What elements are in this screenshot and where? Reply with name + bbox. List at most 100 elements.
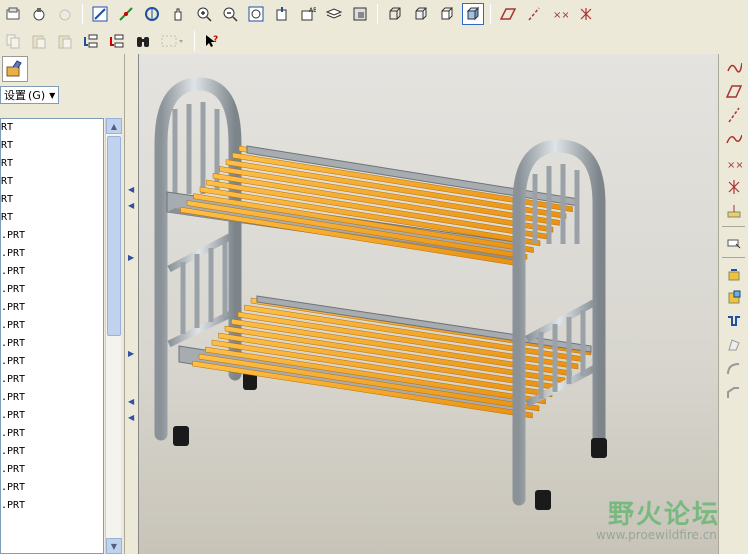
shading-icon[interactable] bbox=[462, 2, 484, 25]
analysis-tool-icon[interactable] bbox=[723, 200, 745, 222]
layers-icon[interactable] bbox=[323, 3, 345, 25]
tree-item[interactable]: .PRT bbox=[1, 353, 103, 371]
collapse-left-icon[interactable]: ◀ bbox=[128, 186, 136, 194]
paste-special-icon[interactable] bbox=[54, 30, 76, 52]
tree-item[interactable]: .PRT bbox=[1, 245, 103, 263]
sweep-icon[interactable] bbox=[723, 310, 745, 332]
tree-item[interactable]: .PRT bbox=[1, 479, 103, 497]
edit-toolbar: ? bbox=[0, 27, 748, 54]
expand-right-icon[interactable]: ▶ bbox=[128, 254, 136, 262]
new-file-icon[interactable] bbox=[2, 3, 24, 25]
tree-item[interactable]: RT bbox=[1, 191, 103, 209]
pan-icon[interactable] bbox=[167, 3, 189, 25]
wireframe-icon[interactable] bbox=[384, 3, 406, 25]
expand-right-icon[interactable]: ▶ bbox=[128, 350, 136, 358]
panel-splitter[interactable]: ◀ ◀ ▶ ▶ ◀ ◀ bbox=[124, 54, 138, 554]
datum-points-icon[interactable]: ××× bbox=[549, 3, 571, 25]
repaint-icon[interactable] bbox=[89, 3, 111, 25]
svg-text:×××: ××× bbox=[727, 160, 742, 171]
selection-filter-icon[interactable] bbox=[158, 30, 188, 52]
model-tree-panel: 设置 (G) ▼ RT RT RT RT RT RT .PRT .PRT .PRT .PRT .PR… bbox=[0, 54, 124, 554]
main-toolbar: AB ××× bbox=[0, 0, 748, 27]
toolbar-separator bbox=[722, 257, 745, 258]
zoom-out-icon[interactable] bbox=[219, 3, 241, 25]
copy-icon[interactable] bbox=[2, 30, 24, 52]
paste-icon[interactable] bbox=[28, 30, 50, 52]
no-hidden-icon[interactable] bbox=[436, 3, 458, 25]
curve-tool-icon[interactable] bbox=[723, 128, 745, 150]
collapse-left-icon[interactable]: ◀ bbox=[128, 398, 136, 406]
tree-item[interactable]: .PRT bbox=[1, 335, 103, 353]
datum-planes-icon[interactable] bbox=[497, 3, 519, 25]
watermark-title: 野火论坛 bbox=[608, 500, 721, 530]
graphics-window[interactable] bbox=[138, 54, 718, 554]
tree-item[interactable]: RT bbox=[1, 209, 103, 227]
tree-item[interactable]: .PRT bbox=[1, 281, 103, 299]
svg-text:AB: AB bbox=[309, 7, 316, 14]
tree-item[interactable]: RT bbox=[1, 137, 103, 155]
toolbar-separator bbox=[82, 3, 83, 24]
tree-item[interactable]: .PRT bbox=[1, 227, 103, 245]
tree-item[interactable]: .PRT bbox=[1, 425, 103, 443]
point-tool-icon[interactable]: ××× bbox=[723, 152, 745, 174]
tree-item[interactable]: .PRT bbox=[1, 317, 103, 335]
binoculars-icon[interactable] bbox=[132, 30, 154, 52]
chamfer-icon[interactable] bbox=[723, 382, 745, 404]
zoom-in-icon[interactable] bbox=[193, 3, 215, 25]
tree-item[interactable]: .PRT bbox=[1, 497, 103, 515]
round-icon[interactable] bbox=[723, 358, 745, 380]
svg-text:×××: ××× bbox=[553, 10, 568, 21]
plane-tool-icon[interactable] bbox=[723, 80, 745, 102]
spin-center-icon[interactable] bbox=[115, 3, 137, 25]
sketch-insert-icon[interactable] bbox=[723, 231, 745, 253]
scroll-up-icon[interactable]: ▲ bbox=[106, 118, 122, 134]
sketch-tool-icon[interactable] bbox=[723, 56, 745, 78]
scroll-thumb[interactable] bbox=[107, 136, 121, 336]
settings-row: 设置 (G) ▼ bbox=[0, 85, 124, 105]
context-help-icon[interactable]: ? bbox=[201, 30, 223, 52]
tree-item[interactable]: .PRT bbox=[1, 389, 103, 407]
orient-icon[interactable] bbox=[141, 3, 163, 25]
pro-engineer-window: AB ××× ? 设置 (G) ▼ bbox=[0, 0, 748, 554]
tree-item[interactable]: RT bbox=[1, 155, 103, 173]
reorient-icon[interactable] bbox=[271, 3, 293, 25]
open-file-icon[interactable] bbox=[28, 3, 50, 25]
named-views-icon[interactable]: AB bbox=[297, 3, 319, 25]
tree-item[interactable]: .PRT bbox=[1, 461, 103, 479]
feature-toolbar: ××× bbox=[718, 54, 748, 554]
toolbar-separator bbox=[722, 226, 745, 227]
hidden-line-icon[interactable] bbox=[410, 3, 432, 25]
toolbar-separator bbox=[194, 30, 195, 51]
tree-item[interactable]: RT bbox=[1, 173, 103, 191]
tree-item[interactable]: .PRT bbox=[1, 263, 103, 281]
model-tree: RT RT RT RT RT RT .PRT .PRT .PRT .PRT .PRT .PRT .PRT… bbox=[0, 118, 104, 554]
save-icon[interactable] bbox=[54, 3, 76, 25]
tree-item[interactable]: .PRT bbox=[1, 407, 103, 425]
csys-tool-icon[interactable] bbox=[723, 176, 745, 198]
collapse-left-icon[interactable]: ◀ bbox=[128, 414, 136, 422]
tree-scrollbar[interactable]: ▲ ▼ bbox=[105, 118, 122, 554]
settings-hotkey: (G) bbox=[28, 88, 46, 102]
watermark-url: www.proewildfire.cn bbox=[596, 528, 717, 542]
regen-manager-icon[interactable] bbox=[106, 30, 128, 52]
revolve-icon[interactable] bbox=[723, 286, 745, 308]
coord-systems-icon[interactable] bbox=[575, 3, 597, 25]
tree-item[interactable]: .PRT bbox=[1, 299, 103, 317]
scroll-down-icon[interactable]: ▼ bbox=[106, 538, 122, 554]
model-tree-tab-icon[interactable] bbox=[2, 56, 28, 82]
collapse-left-icon[interactable]: ◀ bbox=[128, 202, 136, 210]
bunk-bed-model[interactable] bbox=[139, 54, 718, 554]
model-display-icon[interactable] bbox=[349, 3, 371, 25]
toolbar-separator bbox=[377, 3, 378, 24]
settings-dropdown[interactable]: 设置 (G) ▼ bbox=[0, 86, 60, 104]
tree-item[interactable]: .PRT bbox=[1, 371, 103, 389]
axis-tool-icon[interactable] bbox=[723, 104, 745, 126]
datum-axes-icon[interactable] bbox=[523, 3, 545, 25]
chevron-down-icon: ▼ bbox=[49, 90, 56, 100]
tree-item[interactable]: RT bbox=[1, 119, 103, 137]
regenerate-icon[interactable] bbox=[80, 30, 102, 52]
blend-icon[interactable] bbox=[723, 334, 745, 356]
extrude-icon[interactable] bbox=[723, 262, 745, 284]
tree-item[interactable]: .PRT bbox=[1, 443, 103, 461]
refit-icon[interactable] bbox=[245, 3, 267, 25]
